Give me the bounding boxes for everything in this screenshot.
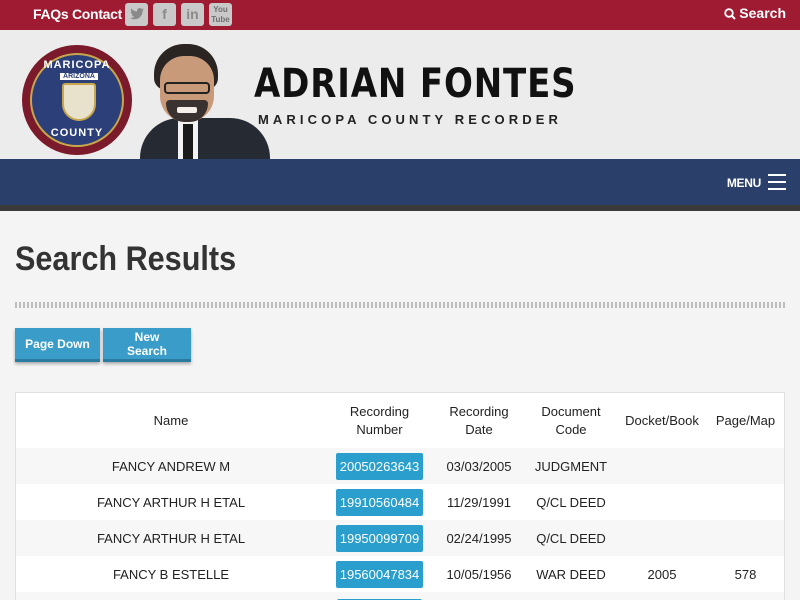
cell-document-code: JUDGMENT bbox=[525, 448, 617, 484]
page-title: Search Results bbox=[15, 240, 237, 278]
table-row: FANCY ARTHUR H ETAL 19910560484 11/29/19… bbox=[16, 484, 784, 520]
column-header-page-map: Page/Map bbox=[715, 412, 776, 428]
recording-number-link[interactable]: 20050263643 bbox=[335, 452, 424, 480]
facebook-icon[interactable]: f bbox=[153, 3, 176, 26]
recording-number-link[interactable]: 19950099709 bbox=[335, 524, 424, 552]
recorder-name: ADRIAN FONTES bbox=[254, 61, 577, 107]
cell-page-map bbox=[707, 484, 784, 520]
seal-shield-icon bbox=[62, 83, 96, 121]
cell-page-map bbox=[707, 520, 784, 556]
menu-label[interactable]: MENU bbox=[727, 176, 761, 190]
cell-page-map bbox=[707, 448, 784, 484]
seal-text-top: MARICOPA bbox=[43, 59, 111, 71]
column-header-docket-book: Docket/Book bbox=[625, 412, 699, 428]
cell-recording-date: 10/05/1956 bbox=[446, 566, 512, 582]
cell-name: FANCY ARTHUR H ETAL bbox=[96, 494, 246, 510]
new-search-button[interactable]: New Search bbox=[103, 328, 191, 362]
cell-docket-book bbox=[617, 520, 707, 556]
section-divider bbox=[15, 302, 785, 308]
seal-text-state: ARIZONA bbox=[60, 73, 98, 80]
search-label: Search bbox=[739, 5, 786, 21]
recorder-portrait bbox=[140, 44, 270, 159]
column-header-recording-number: Recording Number bbox=[349, 403, 410, 437]
column-header-document-code: Document Code bbox=[541, 403, 601, 437]
contact-link[interactable]: Contact bbox=[72, 6, 122, 22]
search-icon bbox=[724, 8, 737, 20]
table-row: FANCY ARTHUR H ETAL 19950099709 02/24/19… bbox=[16, 520, 784, 556]
cell-document-code: Q/CL DEED bbox=[536, 494, 606, 510]
table-row bbox=[16, 592, 784, 600]
cell-page-map: 578 bbox=[734, 566, 757, 582]
nav-divider bbox=[0, 205, 800, 211]
cell-recording-date: 03/03/2005 bbox=[433, 448, 525, 484]
site-header: MARICOPA ARIZONA COUNTY ADRIAN FONTES MA… bbox=[0, 30, 800, 159]
page-down-button[interactable]: Page Down bbox=[15, 328, 100, 362]
seal-text-bottom: COUNTY bbox=[50, 127, 104, 139]
youtube-icon[interactable]: You Tube bbox=[209, 3, 232, 26]
recording-number-link[interactable]: 19560047834 bbox=[335, 560, 424, 588]
recorder-title: MARICOPA COUNTY RECORDER bbox=[258, 112, 563, 127]
cell-name: FANCY ARTHUR H ETAL bbox=[16, 520, 326, 556]
hamburger-menu-icon[interactable] bbox=[768, 174, 786, 190]
twitter-icon[interactable] bbox=[125, 3, 148, 26]
column-header-name: Name bbox=[153, 412, 189, 428]
results-table: Name Recording Number Recording Date Doc… bbox=[16, 393, 784, 600]
cell-document-code: Q/CL DEED bbox=[525, 520, 617, 556]
cell-name: FANCY ANDREW M bbox=[16, 448, 326, 484]
cell-docket-book bbox=[617, 484, 707, 520]
cell-document-code: WAR DEED bbox=[536, 566, 606, 582]
linkedin-icon[interactable]: in bbox=[181, 3, 204, 26]
top-utility-bar: FAQs Contact f in You Tube Search bbox=[0, 0, 800, 30]
table-row: FANCY B ESTELLE 19560047834 10/05/1956 W… bbox=[16, 556, 784, 592]
table-header-row: Name Recording Number Recording Date Doc… bbox=[16, 393, 784, 448]
column-header-recording-date: Recording Date bbox=[449, 403, 509, 437]
county-seal-logo[interactable]: MARICOPA ARIZONA COUNTY bbox=[22, 45, 132, 155]
table-row: FANCY ANDREW M 20050263643 03/03/2005 JU… bbox=[16, 448, 784, 484]
cell-recording-date: 02/24/1995 bbox=[433, 520, 525, 556]
cell-docket-book: 2005 bbox=[647, 566, 677, 582]
header-search-link[interactable]: Search bbox=[724, 5, 786, 21]
cell-docket-book bbox=[617, 448, 707, 484]
recording-number-link[interactable]: 19910560484 bbox=[335, 488, 424, 516]
cell-recording-date: 11/29/1991 bbox=[446, 494, 512, 510]
cell-name: FANCY B ESTELLE bbox=[112, 566, 230, 582]
main-nav-bar: MENU bbox=[0, 159, 800, 205]
faqs-link[interactable]: FAQs bbox=[33, 6, 69, 22]
results-table-container: Name Recording Number Recording Date Doc… bbox=[15, 392, 785, 600]
